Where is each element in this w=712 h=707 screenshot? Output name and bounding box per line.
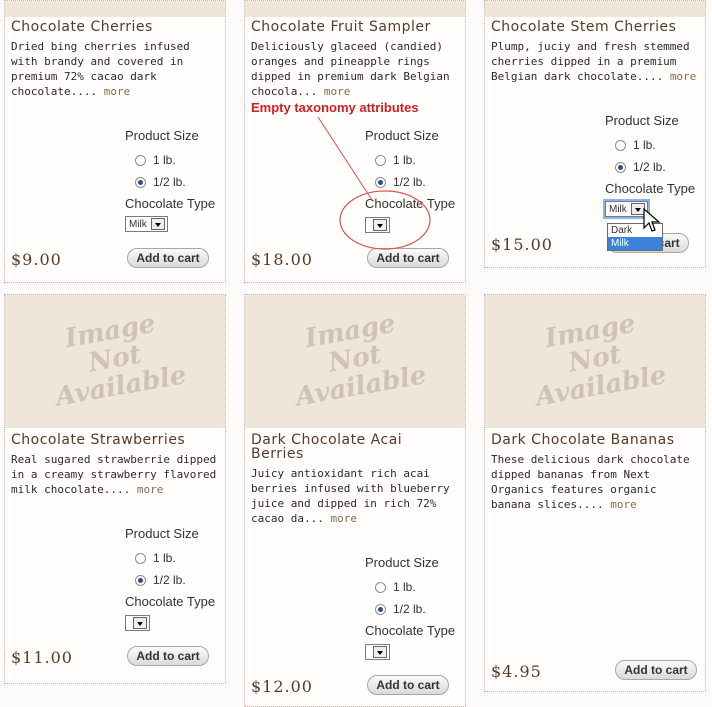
annotation-pointer-line <box>317 116 373 201</box>
annotation-overlay <box>317 116 431 250</box>
annotation-circle <box>339 190 431 250</box>
